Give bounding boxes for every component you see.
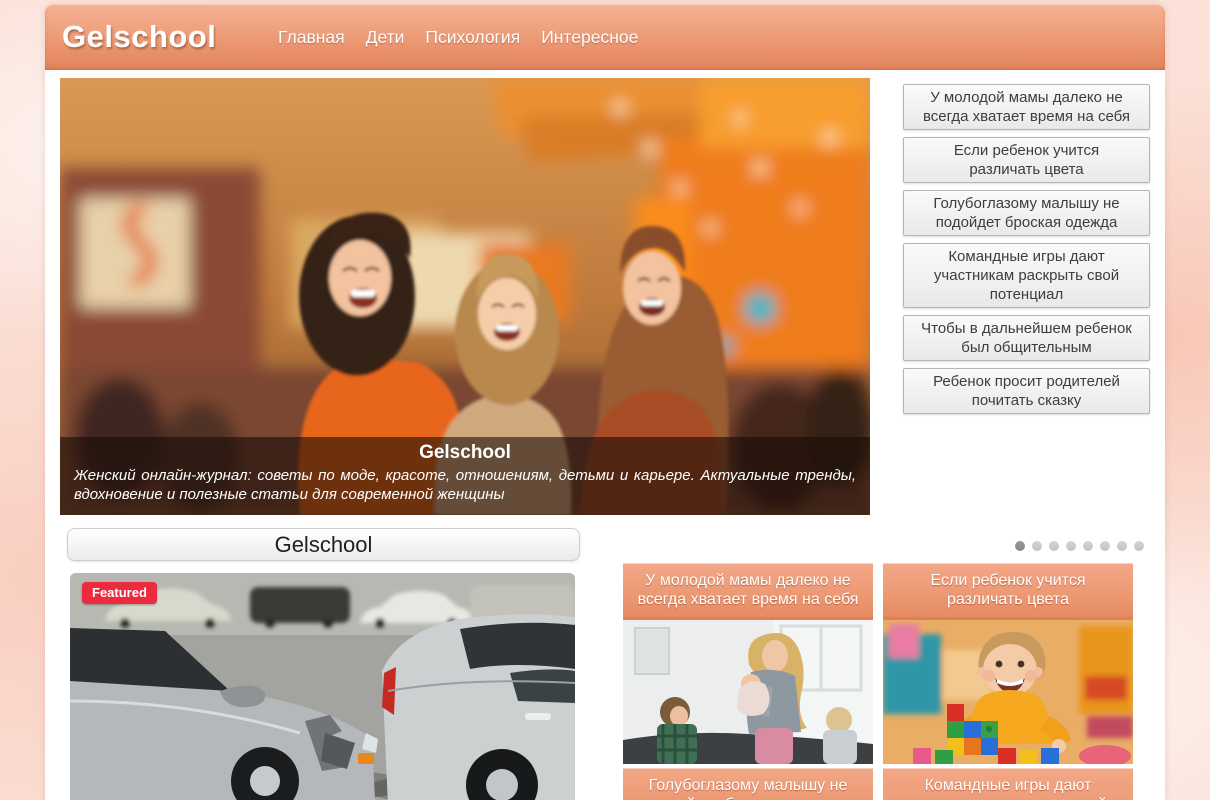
- card-image: [623, 620, 873, 764]
- sidebar-item-article-2[interactable]: Если ребенок учится различать цвета: [903, 137, 1150, 183]
- card-title-bar: Командные игры дают участникам раскрыть …: [883, 768, 1133, 800]
- card-title-bar: У молодой мамы далеко не всегда хватает …: [623, 563, 873, 620]
- main-nav: Главная Дети Психология Интересное: [278, 27, 638, 48]
- site-header: Gelschool Главная Дети Психология Интере…: [45, 4, 1165, 70]
- hero-caption-title: Gelschool: [74, 442, 856, 464]
- pagination-dot[interactable]: [1032, 541, 1042, 551]
- card-title-bar: Голубоглазому малышу не подойдет броская…: [623, 768, 873, 800]
- pagination-dot[interactable]: [1083, 541, 1093, 551]
- sidebar-item-article-5[interactable]: Чтобы в дальнейшем ребенок был общительн…: [903, 315, 1150, 361]
- toddler-blocks-illustration: [883, 620, 1133, 764]
- nav-item-interesting[interactable]: Интересное: [541, 27, 638, 48]
- content-wrapper: Gelschool Главная Дети Психология Интере…: [45, 4, 1165, 800]
- article-card-clothes[interactable]: Голубоглазому малышу не подойдет броская…: [623, 768, 873, 800]
- car-accident-illustration: [70, 573, 575, 800]
- section-title-bar[interactable]: Gelschool: [67, 528, 580, 561]
- sidebar: У молодой мамы далеко не всегда хватает …: [903, 84, 1150, 421]
- site-logo[interactable]: Gelschool: [62, 19, 222, 55]
- mother-baby-illustration: [623, 620, 873, 764]
- sidebar-item-article-6[interactable]: Ребенок просит родителей почитать сказку: [903, 368, 1150, 414]
- article-card-mom[interactable]: У молодой мамы далеко не всегда хватает …: [623, 563, 873, 764]
- pagination-dots: [1015, 541, 1144, 551]
- article-card-colors[interactable]: Если ребенок учится различать цвета: [883, 563, 1133, 764]
- nav-item-home[interactable]: Главная: [278, 27, 345, 48]
- pagination-dot[interactable]: [1015, 541, 1025, 551]
- pagination-dot[interactable]: [1066, 541, 1076, 551]
- pagination-dot[interactable]: [1117, 541, 1127, 551]
- sidebar-item-article-3[interactable]: Голубоглазому малышу не подойдет броская…: [903, 190, 1150, 236]
- sidebar-item-article-4[interactable]: Командные игры дают участникам раскрыть …: [903, 243, 1150, 308]
- nav-item-psychology[interactable]: Психология: [425, 27, 520, 48]
- article-card-team-games[interactable]: Командные игры дают участникам раскрыть …: [883, 768, 1133, 800]
- card-title-bar: Если ребенок учится различать цвета: [883, 563, 1133, 620]
- nav-item-children[interactable]: Дети: [366, 27, 405, 48]
- hero-slide: Gelschool Женский онлайн-журнал: советы …: [60, 78, 870, 515]
- sidebar-item-article-1[interactable]: У молодой мамы далеко не всегда хватает …: [903, 84, 1150, 130]
- card-image: [883, 620, 1133, 764]
- featured-badge: Featured: [82, 582, 157, 604]
- featured-card[interactable]: Featured: [70, 573, 575, 800]
- pagination-dot[interactable]: [1049, 541, 1059, 551]
- pagination-dot[interactable]: [1134, 541, 1144, 551]
- pagination-dot[interactable]: [1100, 541, 1110, 551]
- hero-caption: Gelschool Женский онлайн-журнал: советы …: [60, 437, 870, 515]
- hero-caption-text: Женский онлайн-журнал: советы по моде, к…: [74, 466, 856, 504]
- page-background: { "site": { "logo": "Gelschool" }, "nav"…: [0, 0, 1210, 800]
